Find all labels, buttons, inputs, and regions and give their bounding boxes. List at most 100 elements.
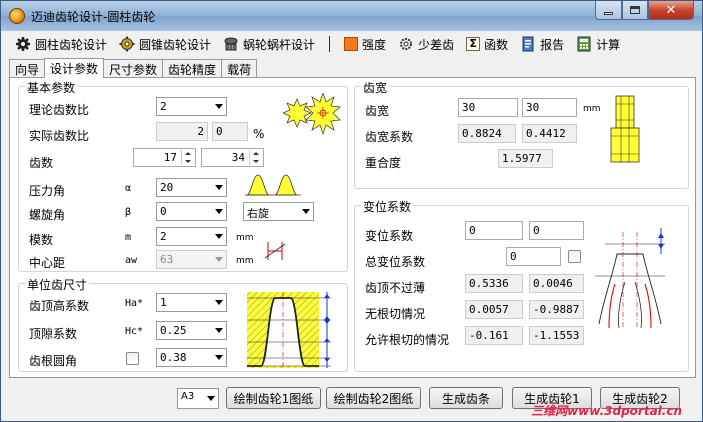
- tab-gear-precision[interactable]: 齿轮精度: [162, 59, 223, 78]
- no-undercut2-field: -0.9887: [529, 300, 584, 319]
- allow-undercut-label: 允许根切的情况: [365, 333, 450, 347]
- teeth2-stepper[interactable]: 34: [201, 148, 264, 167]
- minimize-icon: [604, 11, 613, 15]
- design-params-panel: 基本参数 理论齿数比 2 实际齿数比 2 0 % 齿数 17 34 压力角 α …: [9, 77, 696, 378]
- tab-guide[interactable]: 向导: [9, 59, 46, 78]
- width-coef-label: 齿宽系数: [365, 130, 414, 144]
- tooth-profile-icon: [245, 174, 301, 196]
- calculator-icon: [576, 36, 592, 52]
- toolbar-strength[interactable]: 强度: [338, 33, 392, 55]
- main-window: 迈迪齿轮设计-圆柱齿轮 ✕ 圆柱齿轮设计 圆锥齿轮设计 蜗轮蜗杆设计 强度 少差…: [0, 0, 703, 422]
- toolbar-label: 圆柱齿轮设计: [35, 37, 108, 52]
- shift1-input[interactable]: 0: [465, 221, 523, 240]
- toolbar-function[interactable]: Σ 函数: [460, 33, 514, 55]
- close-icon: ✕: [665, 2, 677, 18]
- toolbar-worm-gear[interactable]: 蜗轮蜗杆设计: [217, 33, 321, 55]
- tab-design-params[interactable]: 设计参数: [44, 58, 105, 78]
- maximize-button[interactable]: [622, 1, 648, 20]
- gear-pair-icon: [283, 93, 341, 136]
- toolbar-label: 蜗轮蜗杆设计: [243, 37, 316, 52]
- shift-coef-label: 变位系数: [365, 229, 414, 243]
- toolbar-label: 报告: [540, 37, 565, 52]
- face-width2-input[interactable]: 30: [522, 98, 577, 117]
- center-distance-label: 中心距: [29, 256, 66, 270]
- teeth2-value: 34: [231, 151, 245, 164]
- helix-combo[interactable]: 0: [156, 202, 227, 221]
- generate-rack-button[interactable]: 生成齿条: [429, 387, 503, 409]
- chevron-down-icon: [215, 234, 223, 239]
- toolbar-small-diff-tooth[interactable]: 少差齿: [392, 33, 460, 55]
- teeth1-stepper[interactable]: 17: [133, 148, 196, 167]
- center-distance-combo: 63: [156, 250, 227, 269]
- center-distance-value: 63: [160, 253, 174, 266]
- toolbar-cylindrical-gear[interactable]: 圆柱齿轮设计: [9, 33, 113, 55]
- orange-square-icon: [344, 37, 359, 51]
- spin-arrows-icon[interactable]: [181, 150, 194, 165]
- module-symbol: m: [125, 232, 132, 243]
- chevron-down-icon: [215, 300, 223, 305]
- small-gear-icon: [398, 36, 414, 52]
- pressure-label: 压力角: [29, 184, 66, 198]
- addendum-combo[interactable]: 1: [156, 293, 227, 312]
- root-fillet-combo[interactable]: 0.38: [156, 348, 227, 367]
- module-label: 模数: [29, 233, 54, 247]
- gear-bevel-icon: [119, 36, 135, 52]
- total-shift-checkbox[interactable]: [568, 250, 581, 263]
- width-coef1-field: 0.8824: [458, 124, 516, 143]
- tab-load[interactable]: 载荷: [221, 59, 258, 78]
- tab-dimension-params[interactable]: 尺寸参数: [103, 59, 164, 78]
- tip-thickness1-field: 0.5336: [465, 274, 523, 293]
- clearance-label: 顶隙系数: [29, 327, 78, 341]
- addendum-symbol: Ha*: [125, 298, 144, 309]
- face-width-group: 齿宽 齿宽 30 30 mm 齿宽系数 0.8824 0.4412 重合度 1.…: [354, 79, 689, 189]
- actual-ratio-field: 2: [156, 122, 208, 141]
- center-distance-icon: [264, 242, 286, 260]
- allow-undercut1-field: -0.161: [465, 326, 523, 345]
- close-button[interactable]: ✕: [648, 1, 694, 20]
- toolbar-bevel-gear[interactable]: 圆锥齿轮设计: [113, 33, 217, 55]
- pressure-combo[interactable]: 20: [156, 178, 227, 197]
- shift2-input[interactable]: 0: [529, 221, 584, 240]
- clearance-combo[interactable]: 0.25: [156, 321, 227, 340]
- clearance-symbol: Hc*: [125, 326, 144, 337]
- paper-size-select[interactable]: A3: [177, 388, 219, 409]
- paper-size-value: A3: [181, 391, 195, 402]
- title-bar[interactable]: 迈迪齿轮设计-圆柱齿轮 ✕: [1, 1, 702, 31]
- tab-strip: 向导 设计参数 尺寸参数 齿轮精度 载荷: [9, 58, 258, 78]
- face-width-icon: [610, 95, 640, 163]
- face-width-label: 齿宽: [365, 104, 390, 118]
- toolbar: 圆柱齿轮设计 圆锥齿轮设计 蜗轮蜗杆设计 强度 少差齿 Σ 函数 报告 计算: [9, 32, 695, 56]
- toolbar-label: 函数: [484, 37, 509, 52]
- root-fillet-checkbox[interactable]: [126, 352, 139, 365]
- toolbar-report[interactable]: 报告: [514, 33, 570, 55]
- toolbar-label: 强度: [362, 37, 387, 52]
- watermark: 三维网www.3dportal.cn: [531, 404, 682, 418]
- no-undercut-label: 无根切情况: [365, 307, 426, 321]
- hand-combo[interactable]: 右旋: [243, 202, 314, 221]
- group-title: 齿宽: [361, 79, 390, 96]
- total-shift-input[interactable]: 0: [506, 247, 561, 266]
- module-unit: mm: [236, 233, 254, 243]
- basic-params-group: 基本参数 理论齿数比 2 实际齿数比 2 0 % 齿数 17 34 压力角 α …: [18, 79, 348, 272]
- center-distance-symbol: aw: [125, 255, 138, 266]
- face-width1-input[interactable]: 30: [458, 98, 518, 117]
- total-shift-label: 总变位系数: [365, 255, 426, 269]
- tip-thickness-label: 齿顶不过薄: [365, 281, 426, 295]
- draw-gear1-button[interactable]: 绘制齿轮1图纸: [226, 387, 321, 409]
- ratio-combo[interactable]: 2: [156, 97, 227, 116]
- draw-gear2-button[interactable]: 绘制齿轮2图纸: [326, 387, 421, 409]
- chevron-down-icon: [215, 104, 223, 109]
- helix-label: 螺旋角: [29, 208, 66, 222]
- hand-value: 右旋: [247, 207, 269, 220]
- no-undercut1-field: 0.0057: [465, 300, 523, 319]
- toolbar-calculate[interactable]: 计算: [570, 33, 626, 55]
- chevron-down-icon: [215, 328, 223, 333]
- ratio-value: 2: [160, 100, 167, 113]
- maximize-icon: [630, 6, 640, 14]
- tip-thickness2-field: 0.0046: [529, 274, 584, 293]
- module-combo[interactable]: 2: [156, 227, 227, 246]
- profile-shift-icon: [595, 228, 665, 329]
- worm-gear-icon: [223, 36, 239, 52]
- minimize-button[interactable]: [595, 1, 622, 20]
- spin-arrows-icon[interactable]: [249, 150, 262, 165]
